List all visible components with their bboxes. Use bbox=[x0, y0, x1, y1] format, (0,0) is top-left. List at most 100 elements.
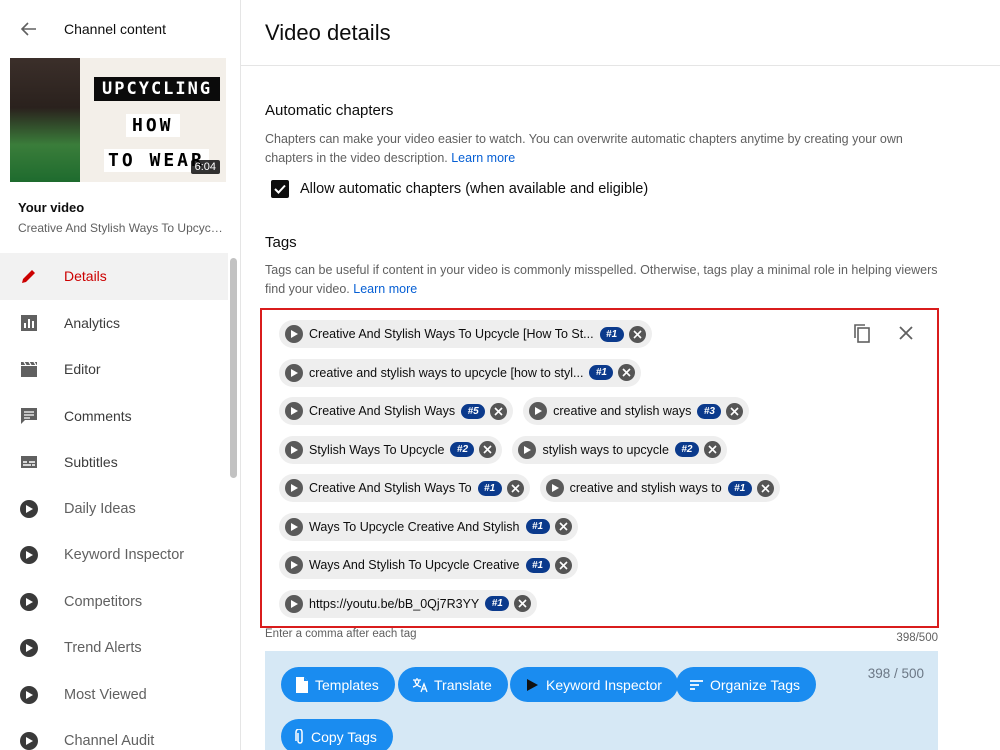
sidebar-item-editor[interactable]: Editor bbox=[0, 346, 228, 393]
vidiq-icon bbox=[285, 479, 303, 497]
tags-learn-more-link[interactable]: Learn more bbox=[353, 282, 417, 296]
tag-chip[interactable]: Creative And Stylish Ways #5 bbox=[279, 397, 514, 425]
sidebar-item-trend-alerts[interactable]: Trend Alerts bbox=[0, 625, 228, 672]
remove-tag-icon[interactable] bbox=[628, 325, 646, 343]
remove-tag-icon[interactable] bbox=[618, 364, 636, 381]
subtitles-icon bbox=[19, 452, 39, 472]
main-header: Video details bbox=[241, 0, 1000, 66]
remove-tag-icon[interactable] bbox=[490, 402, 508, 420]
document-icon bbox=[295, 676, 309, 693]
tag-chip-label: creative and stylish ways to upcycle [ho… bbox=[309, 365, 584, 380]
comment-icon bbox=[19, 406, 39, 426]
translate-icon bbox=[412, 677, 428, 693]
chapters-learn-more-link[interactable]: Learn more bbox=[451, 151, 515, 165]
sidebar-nav: Details Analytics Editor Comments Subtit… bbox=[0, 253, 228, 750]
sidebar: Channel content UPCYCLING HOW TO WEAR 6:… bbox=[0, 0, 241, 750]
tag-row: Ways To Upcycle Creative And Stylish #1 bbox=[279, 512, 578, 541]
tag-row: creative and stylish ways to upcycle [ho… bbox=[279, 358, 642, 387]
organize-tags-button-label: Organize Tags bbox=[710, 676, 801, 693]
sidebar-item-details[interactable]: Details bbox=[0, 253, 228, 300]
sidebar-header: Channel content bbox=[0, 0, 240, 58]
vidiq-icon bbox=[285, 556, 303, 574]
tag-rank-badge: #5 bbox=[461, 403, 486, 419]
vidiq-icon bbox=[19, 685, 39, 705]
sidebar-item-label: Channel Audit bbox=[64, 733, 155, 750]
tag-chip[interactable]: Stylish Ways To Upcycle #2 bbox=[279, 435, 503, 464]
clapperboard-icon bbox=[19, 359, 39, 379]
thumbnail-text-line2: HOW bbox=[126, 114, 180, 137]
copy-icon[interactable] bbox=[851, 322, 873, 344]
templates-button[interactable]: Templates bbox=[281, 667, 395, 702]
tag-rank-badge: #1 bbox=[485, 596, 510, 611]
sidebar-item-label: Most Viewed bbox=[64, 686, 147, 703]
sidebar-item-subtitles[interactable]: Subtitles bbox=[0, 439, 228, 486]
translate-button[interactable]: Translate bbox=[398, 667, 508, 702]
tags-title: Tags bbox=[265, 234, 297, 251]
remove-tag-icon[interactable] bbox=[756, 479, 774, 497]
back-arrow-icon[interactable] bbox=[18, 18, 40, 40]
tag-chip[interactable]: creative and stylish ways to #1 bbox=[539, 474, 780, 502]
tag-chip[interactable]: Ways To Upcycle Creative And Stylish #1 bbox=[279, 512, 578, 541]
vidiq-icon bbox=[285, 325, 303, 343]
tag-rank-badge: #1 bbox=[727, 480, 752, 496]
remove-tag-icon[interactable] bbox=[726, 402, 744, 420]
vidiq-icon bbox=[19, 592, 39, 612]
keyword-inspector-button[interactable]: Keyword Inspector bbox=[510, 667, 678, 702]
tag-chip[interactable]: Creative And Stylish Ways To #1 bbox=[279, 474, 530, 502]
tag-chip[interactable]: creative and stylish ways #3 bbox=[523, 397, 750, 425]
tag-chip[interactable]: Ways And Stylish To Upcycle Creative #1 bbox=[279, 551, 578, 579]
remove-tag-icon[interactable] bbox=[506, 479, 524, 497]
remove-tag-icon[interactable] bbox=[703, 441, 721, 458]
automatic-chapters-checkbox[interactable] bbox=[271, 180, 289, 198]
tag-rank-badge: #1 bbox=[589, 365, 614, 380]
automatic-chapters-desc: Chapters can make your video easier to w… bbox=[265, 130, 945, 168]
close-icon[interactable] bbox=[895, 322, 917, 344]
sort-lines-icon bbox=[690, 679, 704, 691]
vidiq-icon bbox=[518, 440, 537, 459]
vidiq-icon bbox=[285, 363, 303, 382]
tag-chip[interactable]: Creative And Stylish Ways To Upcycle [Ho… bbox=[279, 320, 652, 348]
sidebar-item-label: Competitors bbox=[64, 593, 143, 610]
keyword-inspector-button-label: Keyword Inspector bbox=[546, 676, 662, 693]
video-thumbnail[interactable]: UPCYCLING HOW TO WEAR 6:04 bbox=[10, 58, 226, 182]
tag-row: Stylish Ways To Upcycle #2 stylish ways to… bbox=[279, 435, 727, 464]
sidebar-item-competitors[interactable]: Competitors bbox=[0, 579, 228, 626]
organize-tags-button[interactable]: Organize Tags bbox=[676, 667, 817, 702]
sidebar-item-label: Daily Ideas bbox=[64, 500, 136, 517]
tag-chip-label: Creative And Stylish Ways To Upcycle [Ho… bbox=[309, 327, 594, 341]
pencil-icon bbox=[19, 266, 39, 286]
sidebar-item-keyword-inspector[interactable]: Keyword Inspector bbox=[0, 532, 228, 579]
sidebar-item-label: Editor bbox=[64, 361, 101, 378]
chapters-desc-text: Chapters can make your video easier to w… bbox=[265, 132, 903, 165]
vidiq-icon bbox=[285, 402, 303, 420]
copy-tags-button[interactable]: Copy Tags bbox=[281, 719, 393, 750]
tags-desc: Tags can be useful if content in your vi… bbox=[265, 261, 945, 299]
tags-input-box[interactable]: Creative And Stylish Ways To Upcycle [Ho… bbox=[260, 308, 939, 628]
tag-rank-badge: #2 bbox=[674, 442, 699, 457]
tag-rank-badge: #1 bbox=[477, 480, 502, 496]
tag-chip[interactable]: creative and stylish ways to upcycle [ho… bbox=[279, 358, 642, 387]
sidebar-item-most-viewed[interactable]: Most Viewed bbox=[0, 672, 228, 719]
remove-tag-icon[interactable] bbox=[514, 595, 532, 612]
remove-tag-icon[interactable] bbox=[479, 441, 497, 458]
remove-tag-icon[interactable] bbox=[554, 556, 572, 574]
remove-tag-icon[interactable] bbox=[554, 518, 572, 535]
sidebar-item-label: Trend Alerts bbox=[64, 640, 142, 657]
tags-hint: Enter a comma after each tag bbox=[265, 628, 417, 640]
sidebar-scrollbar[interactable] bbox=[230, 258, 237, 478]
tag-chip-label: https://youtu.be/bB_0Qj7R3YY bbox=[309, 596, 480, 611]
your-video-label: Your video bbox=[18, 200, 85, 215]
automatic-chapters-checkbox-row[interactable]: Allow automatic chapters (when available… bbox=[271, 180, 648, 198]
tag-chip[interactable]: https://youtu.be/bB_0Qj7R3YY #1 bbox=[279, 589, 538, 618]
sidebar-item-label: Keyword Inspector bbox=[64, 547, 185, 564]
sidebar-item-analytics[interactable]: Analytics bbox=[0, 300, 228, 347]
vidiq-icon bbox=[19, 499, 39, 519]
sidebar-item-label: Subtitles bbox=[64, 454, 118, 471]
tag-chip-label: Creative And Stylish Ways bbox=[309, 404, 456, 418]
tag-chip-label: creative and stylish ways bbox=[553, 404, 692, 418]
sidebar-item-channel-audit[interactable]: Channel Audit bbox=[0, 718, 228, 750]
sidebar-item-comments[interactable]: Comments bbox=[0, 393, 228, 440]
page-title: Video details bbox=[265, 19, 391, 45]
tag-chip[interactable]: stylish ways to upcycle #2 bbox=[512, 435, 727, 464]
sidebar-item-daily-ideas[interactable]: Daily Ideas bbox=[0, 486, 228, 533]
